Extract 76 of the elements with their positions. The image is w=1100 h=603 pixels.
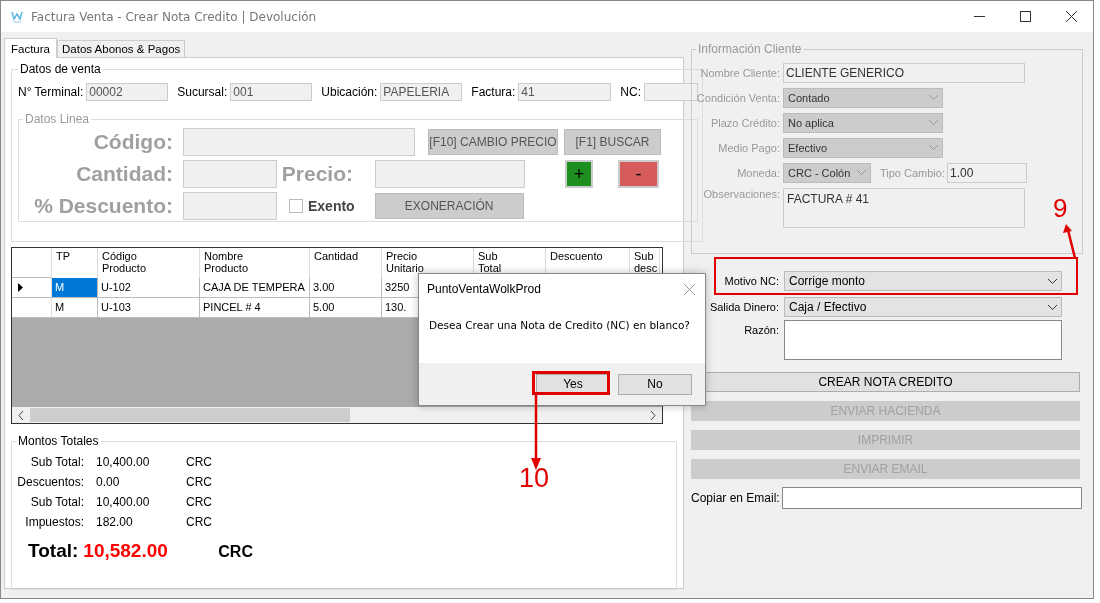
field-label: NC:: [620, 85, 641, 99]
total-value: 0.00: [95, 475, 121, 489]
dialog-message: Desea Crear una Nota de Credito (NC) en blanco?: [428, 318, 691, 333]
field-label: N° Terminal:: [18, 85, 84, 99]
grand-total-label: Total:: [28, 540, 79, 562]
table-cell: M: [52, 298, 98, 318]
close-icon[interactable]: [1066, 11, 1077, 22]
annotation-arrow: [1062, 224, 1078, 258]
total-value: 10,400.00: [95, 455, 151, 469]
group-title: Datos de venta: [19, 62, 102, 76]
tab[interactable]: Factura: [4, 38, 57, 58]
field-label: Copiar en Email:: [691, 491, 781, 505]
chevron-down-icon: [1048, 304, 1057, 310]
total-value: 10,400.00: [95, 495, 151, 509]
readonly-field[interactable]: PAPELERIA: [380, 83, 463, 101]
table-cell: 5.00: [310, 298, 382, 318]
currency-label: CRC: [186, 495, 213, 509]
chevron-down-icon: [929, 145, 938, 150]
field-label: Sucursal:: [177, 85, 228, 99]
chevron-down-icon: [929, 95, 938, 100]
total-label: Sub Total:: [29, 455, 84, 469]
chevron-down-icon: [1048, 278, 1057, 284]
field-label: Salida Dinero:: [708, 301, 780, 313]
field-label: % Descuento:: [33, 194, 174, 218]
app-logo-icon: [11, 9, 23, 24]
row-pointer-icon: [18, 283, 23, 292]
readonly-field[interactable]: 001: [230, 83, 313, 101]
field-label: Cantidad:: [75, 162, 174, 186]
currency-label: CRC: [186, 515, 213, 529]
total-label: Descuentos:: [16, 475, 84, 489]
annotation-number: 10: [519, 463, 550, 494]
table-cell: U-103: [98, 298, 200, 318]
chevron-down-icon: [857, 170, 866, 175]
checkbox-label: Exento: [308, 198, 355, 214]
annotation-number: 9: [1053, 193, 1068, 224]
dropdown[interactable]: Corrige monto: [784, 271, 1062, 291]
scroll-left-icon[interactable]: [18, 410, 24, 420]
field-label: Observaciones:: [702, 188, 781, 200]
tab[interactable]: Datos Abonos & Pagos: [57, 40, 186, 57]
table-cell: PINCEL # 4: [200, 298, 310, 318]
maximize-icon[interactable]: [1020, 11, 1031, 22]
field-label: Razón:: [743, 323, 780, 336]
horizontal-scrollbar[interactable]: [12, 407, 662, 423]
field-label: Factura:: [471, 85, 516, 99]
field-label: Ubicación:: [321, 85, 378, 99]
field-label: Plazo Crédito:: [709, 116, 781, 129]
total-label: Sub Total:: [29, 495, 84, 509]
currency-label: CRC: [186, 455, 213, 469]
total-value: 182.00: [95, 515, 134, 529]
field-label: Tipo Cambio:: [879, 166, 945, 179]
field-label: Nombre Cliente:: [699, 66, 781, 79]
group-title: Datos Linea: [24, 112, 91, 126]
readonly-field[interactable]: 41: [518, 83, 612, 101]
currency-label: CRC: [186, 475, 213, 489]
table-cell: M: [52, 278, 98, 298]
group-title: Información Cliente: [697, 42, 803, 56]
dropdown[interactable]: Caja / Efectivo: [784, 297, 1062, 317]
field-label: Moneda:: [736, 166, 781, 179]
text-area[interactable]: [784, 320, 1062, 360]
group-title: Montos Totales: [17, 434, 100, 448]
scroll-right-icon[interactable]: [650, 410, 656, 420]
field-label: Medio Pago:: [717, 141, 781, 154]
dialog-button[interactable]: No: [618, 373, 692, 395]
field-label: Código:: [92, 130, 174, 154]
email-field[interactable]: [782, 487, 1082, 509]
field-label: Precio:: [280, 162, 354, 186]
total-label: Impuestos:: [24, 515, 84, 529]
currency-label: CRC: [218, 543, 253, 561]
field-label: Condición Venta:: [696, 91, 781, 104]
readonly-field[interactable]: 00002: [86, 83, 169, 101]
chevron-down-icon: [929, 120, 938, 125]
field-label: Motivo NC:: [723, 275, 780, 287]
window-title: Factura Venta - Crear Nota Credito | Devolución: [31, 9, 317, 24]
readonly-field[interactable]: [644, 83, 698, 101]
row-header[interactable]: [12, 278, 52, 298]
grand-total-value: 10,582.00: [83, 540, 169, 562]
